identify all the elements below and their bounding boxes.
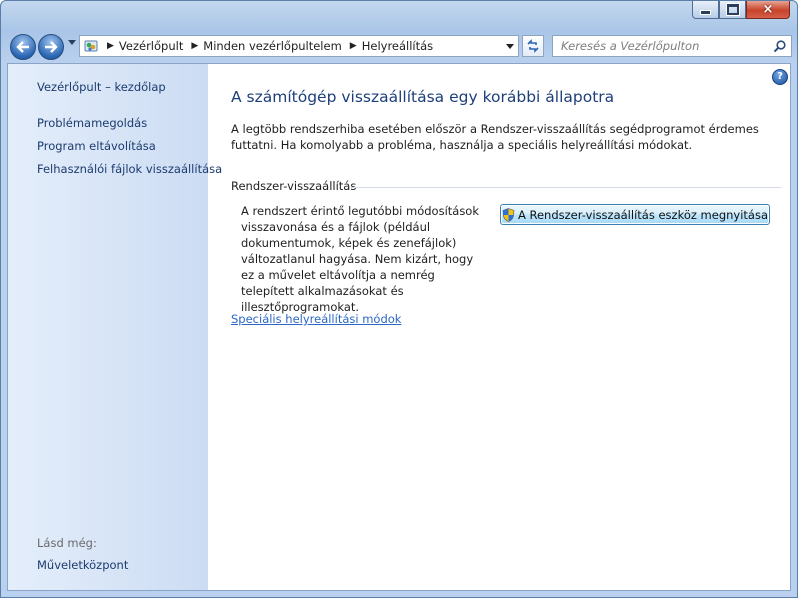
search-input[interactable]: Keresés a Vezérlőpulton xyxy=(553,39,770,53)
sidebar-item-home[interactable]: Vezérlőpult – kezdőlap xyxy=(37,80,166,94)
control-panel-icon xyxy=(84,40,98,52)
breadcrumb-separator[interactable]: ▶ xyxy=(107,41,114,51)
back-arrow-icon xyxy=(16,41,29,53)
main-panel: ? A számítógép visszaállítása egy korább… xyxy=(208,64,790,590)
sidebar-item-restore-files[interactable]: Felhasználói fájlok visszaállítása xyxy=(37,162,222,176)
address-dropdown-icon[interactable] xyxy=(506,44,514,49)
minimize-button[interactable] xyxy=(692,1,719,19)
open-system-restore-label: A Rendszer-visszaállítás eszköz megnyitá… xyxy=(517,207,769,222)
section-description: A rendszert érintő legutóbbi módosítások… xyxy=(241,204,480,314)
breadcrumb-control-panel[interactable]: Vezérlőpult xyxy=(119,39,183,53)
page-title: A számítógép visszaállítása egy korábbi … xyxy=(231,88,615,106)
maximize-icon xyxy=(726,4,739,15)
advanced-recovery-link[interactable]: Speciális helyreállítási módok xyxy=(231,312,401,326)
breadcrumb-recovery[interactable]: Helyreállítás xyxy=(362,39,433,53)
open-system-restore-button[interactable]: A Rendszer-visszaállítás eszköz megnyitá… xyxy=(500,204,770,225)
close-button[interactable]: × xyxy=(746,1,790,19)
see-also-label: Lásd még: xyxy=(37,536,97,550)
breadcrumb-separator[interactable]: ▶ xyxy=(350,41,357,51)
search-button[interactable] xyxy=(770,37,788,55)
section-divider xyxy=(351,187,781,188)
breadcrumb-separator[interactable]: ▶ xyxy=(191,41,198,51)
back-button[interactable] xyxy=(10,34,36,60)
sidebar-item-action-center[interactable]: Műveletközpont xyxy=(37,558,128,572)
help-icon[interactable]: ? xyxy=(772,69,788,85)
intro-text: A legtöbb rendszerhiba esetében először … xyxy=(231,122,759,152)
breadcrumb-all-items[interactable]: Minden vezérlőpultelem xyxy=(203,39,342,53)
refresh-button[interactable] xyxy=(522,35,544,57)
address-bar[interactable]: ▶ Vezérlőpult ▶ Minden vezérlőpultelem ▶… xyxy=(79,35,519,57)
forward-arrow-icon xyxy=(45,41,58,53)
uac-shield-icon xyxy=(502,207,515,222)
sidebar-item-troubleshooting[interactable]: Problémamegoldás xyxy=(37,116,147,130)
close-icon: × xyxy=(762,2,774,17)
maximize-button[interactable] xyxy=(719,1,746,19)
search-icon xyxy=(773,39,786,52)
caption-buttons: × xyxy=(692,1,790,19)
minimize-icon xyxy=(700,9,711,15)
window: × ▶ Vezérlőpult ▶ Minden vezérlőpultelem… xyxy=(0,0,798,598)
sidebar: Vezérlőpult – kezdőlap Problémamegoldás … xyxy=(8,64,222,590)
recent-pages-dropdown[interactable] xyxy=(68,40,76,45)
section-heading: Rendszer-visszaállítás xyxy=(231,179,357,193)
search-box[interactable]: Keresés a Vezérlőpulton xyxy=(552,35,792,57)
forward-button[interactable] xyxy=(38,34,64,60)
refresh-icon xyxy=(527,39,539,53)
sidebar-item-uninstall[interactable]: Program eltávolítása xyxy=(37,139,156,153)
navigation-bar: ▶ Vezérlőpult ▶ Minden vezérlőpultelem ▶… xyxy=(7,32,792,62)
content-area: Vezérlőpult – kezdőlap Problémamegoldás … xyxy=(7,63,791,591)
